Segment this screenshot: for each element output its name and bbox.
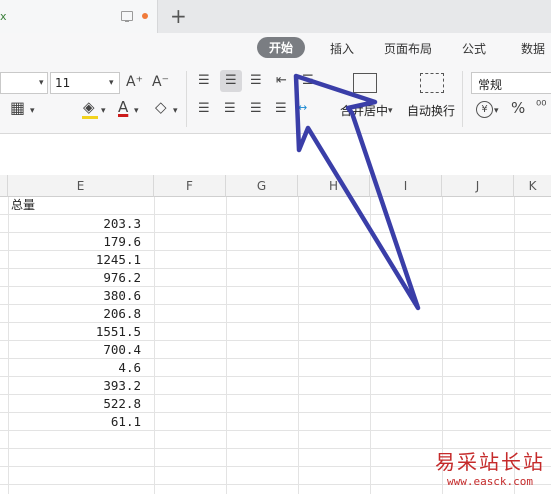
annotation-arrow-icon [293, 73, 421, 311]
watermark-title: 易采站长站 [435, 450, 545, 474]
watermark-url: www.easck.com [446, 475, 534, 488]
watermark-logo: 易采站长站 www.easck.com [435, 446, 545, 488]
